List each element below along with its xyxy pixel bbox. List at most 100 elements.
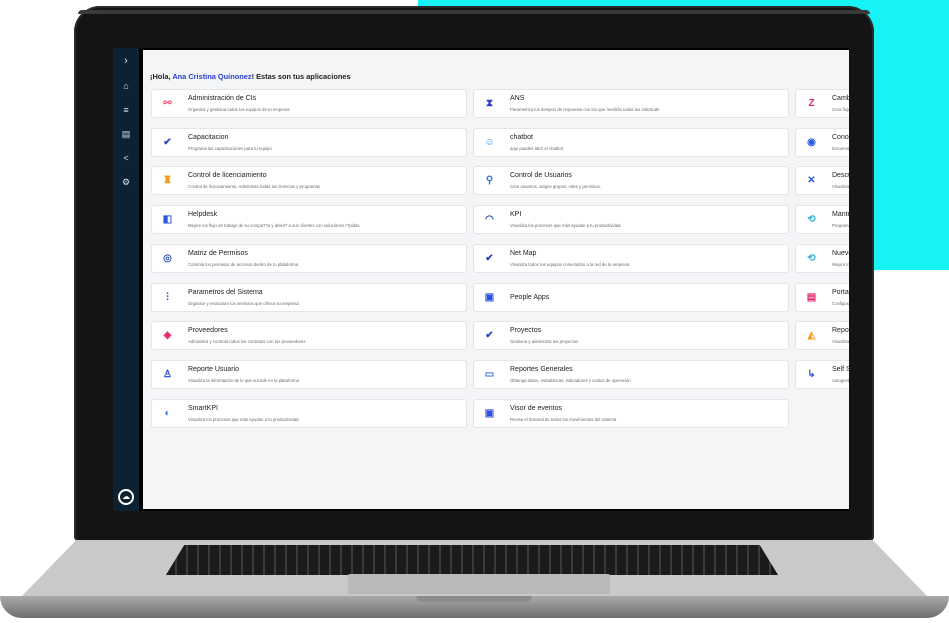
share-icon[interactable]: < <box>113 151 139 165</box>
greeting-suffix: ! Estas son tus aplicaciones <box>251 72 351 81</box>
app-title: Proyectos <box>510 327 542 335</box>
app-title: Reporte Usuario <box>188 365 239 373</box>
app-card[interactable]: ⟲ Manten Programa <box>795 205 849 235</box>
app-card[interactable]: ☺ chatbot aqui puedes abrir el chatbot <box>473 127 789 157</box>
laptop-trackpad <box>348 574 610 594</box>
app-title: chatbot <box>510 133 533 141</box>
app-title: Cambio <box>832 95 849 102</box>
app-card[interactable]: ♜ Control de licenciamiento Control de lic… <box>151 166 467 196</box>
app-card[interactable]: ◠ KPI Visualiza los procesos que más ayuda… <box>473 205 789 235</box>
laptop-keyboard <box>166 545 778 575</box>
greeting: ¡Hola, Ana Cristina Quinonez! Estas son … <box>150 72 351 81</box>
app-card[interactable]: Z Cambio Crea flujo <box>795 89 849 118</box>
app-description: Control de licenciamiento, Administra to… <box>188 184 321 190</box>
app-title: Report <box>832 327 849 335</box>
people-apps-icon: ▣ <box>484 291 495 303</box>
self-service-icon: ↳ <box>807 368 816 380</box>
app-card[interactable]: ◎ Matriz de Permisos Controla los permisos… <box>151 243 467 273</box>
sidebar: › ⌂ ≡ ▤ < ⚙ ☁ <box>113 48 139 511</box>
gear-icon[interactable]: ⚙ <box>113 175 139 189</box>
app-description: Autogesti <box>832 377 849 383</box>
app-card[interactable]: ♙ Reporte Usuario Visualiza la información… <box>151 359 467 389</box>
app-description: Visualiza los procesos que más ayudan a … <box>188 416 299 422</box>
users-control-icon: ⚲ <box>485 175 494 187</box>
app-description: Mejore los flujo de trabajo de su compa?… <box>188 223 360 229</box>
cloud-logo-icon[interactable]: ☁ <box>118 489 134 505</box>
app-card[interactable]: ◭ Report Visualiza <box>795 321 849 351</box>
app-title: Visor de eventos <box>510 404 563 412</box>
app-card[interactable]: ▭ Reportes Generales Obtenga datos, estadí… <box>473 359 789 389</box>
projects-icon: ✔ <box>485 330 494 342</box>
app-description: Visualiza todos tus equipos conectados a… <box>510 261 630 267</box>
portfolio-icon: ▤ <box>806 291 817 303</box>
app-card[interactable]: ✕ Descut Visualiza <box>795 166 849 196</box>
app-title: Proveedores <box>188 327 228 335</box>
app-title: Self Se <box>832 365 849 373</box>
change-icon: Z <box>808 98 815 109</box>
app-card[interactable]: ✔ Net Map Visualiza todos tus equipos cone… <box>473 243 789 273</box>
app-card[interactable]: ⫶ Parametros del Sistema Organice y estruc… <box>151 282 467 312</box>
app-description: Documen <box>832 145 849 151</box>
app-title: ANS <box>510 95 525 102</box>
app-description: Obtenga datos, estadísticas, indicadores… <box>510 377 631 383</box>
app-description: Organiza y gestiona todos los equipos de… <box>188 107 290 112</box>
home-icon[interactable]: ⌂ <box>113 79 139 93</box>
app-card[interactable]: ✔ Capacitacion Programa las capacitaciones… <box>151 127 467 157</box>
user-name: Ana Cristina Quinonez <box>172 72 252 81</box>
app-title: Manten <box>832 211 849 219</box>
user-report-icon: ♙ <box>163 368 172 380</box>
greeting-prefix: ¡Hola, <box>150 72 173 81</box>
app-card[interactable]: ⚯ Administración de CIs Organiza y gestion… <box>151 89 467 118</box>
permissions-icon: ◎ <box>163 252 172 264</box>
app-title: People Apps <box>510 293 550 301</box>
app-card[interactable]: ↳ Self Se Autogesti <box>795 359 849 389</box>
app-title: Capacitacion <box>188 133 229 141</box>
app-card[interactable]: ⧗ ANS Parametriza los tiempos de respuesta… <box>473 89 789 118</box>
app-description: Organice y estructure los servicios que … <box>188 300 299 306</box>
license-icon: ♜ <box>163 175 172 187</box>
app-card[interactable]: ◧ Helpdesk Mejore los flujo de trabajo de … <box>151 205 467 235</box>
app-card[interactable]: ▣ People Apps <box>473 282 789 312</box>
app-title: Descut <box>832 172 849 180</box>
gauge-icon: ◠ <box>485 214 494 226</box>
new-icon: ⟲ <box>807 252 816 264</box>
close-icon: ✕ <box>807 175 816 187</box>
app-card[interactable]: ▣ Visor de eventos Revisa el historial de … <box>473 398 789 428</box>
app-description: Programa <box>832 223 849 229</box>
app-card[interactable]: ⚲ Control de Usuarios Crea usuarios, asign… <box>473 166 789 196</box>
menu-icon[interactable]: ≡ <box>113 103 139 117</box>
app-title: Control de Usuarios <box>510 172 572 180</box>
app-description: Mejore lo <box>832 261 849 267</box>
app-title: Matriz de Permisos <box>188 249 248 257</box>
app-card[interactable]: ▤ Portafo Configura <box>795 282 849 312</box>
document-icon[interactable]: ▤ <box>113 127 139 141</box>
app-description: Visualiza <box>832 184 849 190</box>
app-description: Crea flujo <box>832 107 849 112</box>
app-title: SmartKPI <box>188 404 218 412</box>
app-card[interactable]: ◈ Proveedores Administra y controla todos … <box>151 321 467 351</box>
app-title: Reportes Generales <box>510 365 573 373</box>
app-description: Visualiza la información de lo que suced… <box>188 377 299 383</box>
netmap-icon: ✔ <box>485 252 494 264</box>
report-icon: ◭ <box>807 330 816 342</box>
sidebar-expand-button[interactable]: › <box>113 54 139 68</box>
app-card[interactable]: ✔ Proyectos Gestiona y administra tus proy… <box>473 321 789 351</box>
app-title: Parametros del Sistema <box>188 288 263 296</box>
app-title: Conoci <box>832 133 849 141</box>
app-description: Administra y controla todos los contrato… <box>188 339 306 345</box>
app-card[interactable]: ◉ Conoci Documen <box>795 127 849 157</box>
app-title: Net Map <box>510 249 537 257</box>
app-description: Visualiza los procesos que más ayudan a … <box>510 223 621 229</box>
link-icon: ⚯ <box>163 98 172 109</box>
app-title: Administración de CIs <box>188 95 257 102</box>
events-icon: ▣ <box>484 407 495 419</box>
app-title: Portafo <box>832 288 849 296</box>
app-card[interactable]: ◐ SmartKPI Visualiza los procesos que más … <box>151 398 467 428</box>
hourglass-icon: ⧗ <box>485 98 494 109</box>
app-title: Control de licenciamiento <box>188 172 267 180</box>
app-card[interactable]: ⟲ Nuevo Mejore lo <box>795 243 849 273</box>
app-description: Parametriza los tiempos de respuesta con… <box>510 107 660 112</box>
app-description: Gestiona y administra tus proyectos <box>510 339 579 345</box>
app-description: Crea usuarios, asigne grupos, roles y pe… <box>510 184 601 190</box>
app-title: KPI <box>510 211 522 219</box>
